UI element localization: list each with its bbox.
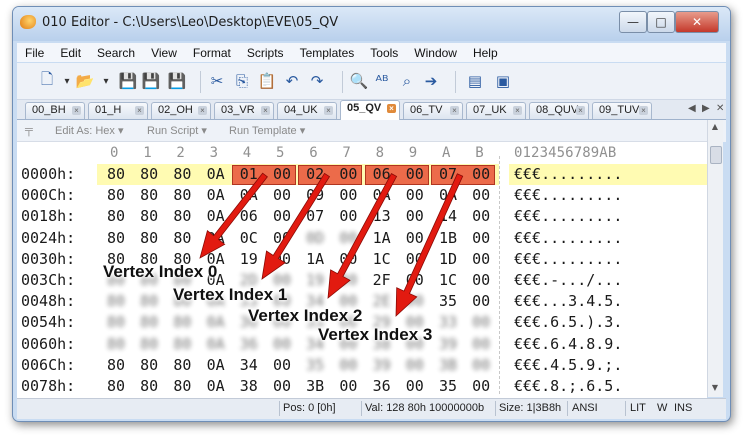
- annotation-vertex-index-3: Vertex Index 3: [318, 325, 433, 344]
- annotation-vertex-index-1: Vertex Index 1: [173, 285, 288, 304]
- annotation-arrow: [261, 172, 331, 280]
- annotation-arrow: [327, 173, 398, 299]
- annotation-arrow: [199, 172, 268, 259]
- annotation-arrows: [199, 172, 464, 317]
- annotation-vertex-index-2: Vertex Index 2: [248, 306, 363, 325]
- annotation-vertex-index-0: Vertex Index 0: [103, 262, 218, 281]
- annotation-arrow: [395, 173, 464, 317]
